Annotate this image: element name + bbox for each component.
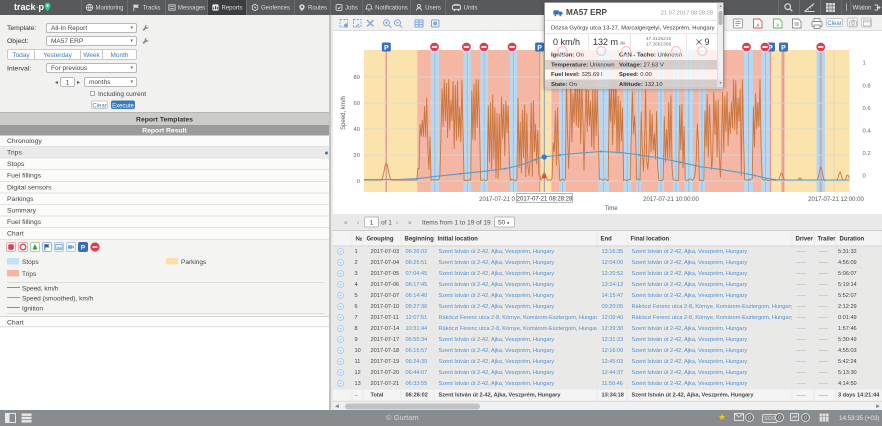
svg-text:0.8: 0.8 (863, 83, 871, 89)
svg-text:P: P (537, 45, 542, 52)
svg-text:20: 20 (354, 153, 360, 159)
svg-text:P: P (781, 45, 786, 52)
svg-text:0.4: 0.4 (863, 129, 872, 135)
svg-text:0.6: 0.6 (863, 106, 871, 112)
svg-text:P: P (384, 45, 389, 52)
svg-text:2017-07-21 12:00:00: 2017-07-21 12:00:00 (808, 197, 864, 203)
svg-text:2017-07-21 0: 2017-07-21 0 (479, 197, 515, 203)
svg-text:40: 40 (354, 127, 360, 133)
svg-text:P: P (81, 244, 86, 250)
svg-text:60: 60 (354, 101, 360, 107)
svg-text:Speed, km/h: Speed, km/h (341, 96, 347, 130)
svg-text:0: 0 (357, 179, 360, 185)
svg-text:0: 0 (863, 174, 866, 180)
svg-text:0.2: 0.2 (863, 151, 871, 157)
svg-text:2017-07-21 08:28:28: 2017-07-21 08:28:28 (517, 197, 573, 203)
svg-text:2017-07-21 10:00:00: 2017-07-21 10:00:00 (643, 197, 699, 203)
svg-text:80: 80 (354, 75, 360, 81)
svg-text:Time: Time (604, 206, 618, 212)
svg-text:1: 1 (863, 61, 866, 67)
